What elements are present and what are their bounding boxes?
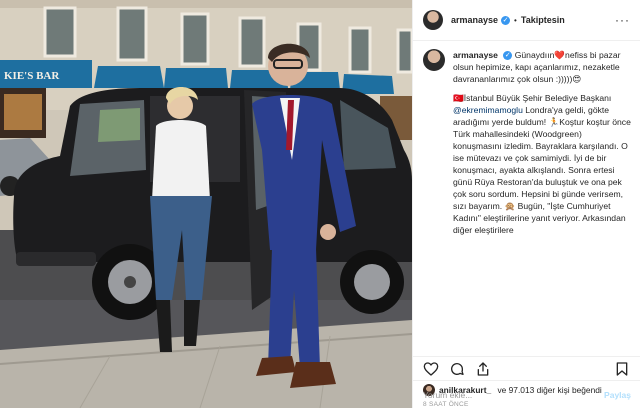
caption-verified-badge-icon: ✓: [503, 51, 513, 61]
more-options-icon[interactable]: ···: [615, 13, 630, 27]
caption-username[interactable]: armanayse: [453, 50, 498, 60]
caption-paragraph: 🇹🇷İstanbul Büyük Şehir Belediye Başkanı …: [453, 92, 631, 236]
bookmark-icon[interactable]: [614, 361, 630, 377]
post-photo[interactable]: KIE'S BAR: [0, 0, 412, 408]
comment-icon[interactable]: [449, 361, 465, 377]
shop-sign: KIE'S BAR: [4, 70, 60, 82]
heart-icon[interactable]: [423, 361, 439, 377]
caption-author-avatar[interactable]: [423, 49, 445, 71]
post-sidebar: armanayse ✓ • Takiptesin ··· armanayse ✓…: [412, 0, 640, 408]
post-comment-button[interactable]: Paylaş: [604, 390, 631, 400]
author-avatar[interactable]: [423, 10, 443, 30]
verified-badge-icon: ✓: [501, 15, 511, 25]
action-bar: [413, 356, 640, 380]
caption-p2-a: 🇹🇷İstanbul Büyük Şehir Belediye Başkanı: [453, 93, 612, 103]
comment-input[interactable]: [423, 389, 573, 400]
photo-scene: KIE'S BAR: [0, 0, 412, 408]
separator-dot: •: [514, 15, 517, 25]
post-header: armanayse ✓ • Takiptesin ···: [413, 0, 640, 41]
caption-first-row: armanayse ✓ Günaydıın❤️nefiss bi pazar o…: [423, 49, 630, 85]
caption-area: armanayse ✓ Günaydıın❤️nefiss bi pazar o…: [413, 41, 640, 356]
share-icon[interactable]: [475, 361, 491, 377]
follow-status-button[interactable]: Takiptesin: [521, 15, 565, 25]
caption-p2-b: Londra'ya geldi, gökte aradığımı yerde b…: [453, 105, 631, 235]
comment-box: Paylaş: [413, 380, 640, 408]
mention-link[interactable]: @ekremimamoglu: [453, 105, 523, 115]
caption-text: armanayse ✓ Günaydıın❤️nefiss bi pazar o…: [453, 49, 630, 85]
author-username[interactable]: armanayse: [451, 15, 498, 25]
